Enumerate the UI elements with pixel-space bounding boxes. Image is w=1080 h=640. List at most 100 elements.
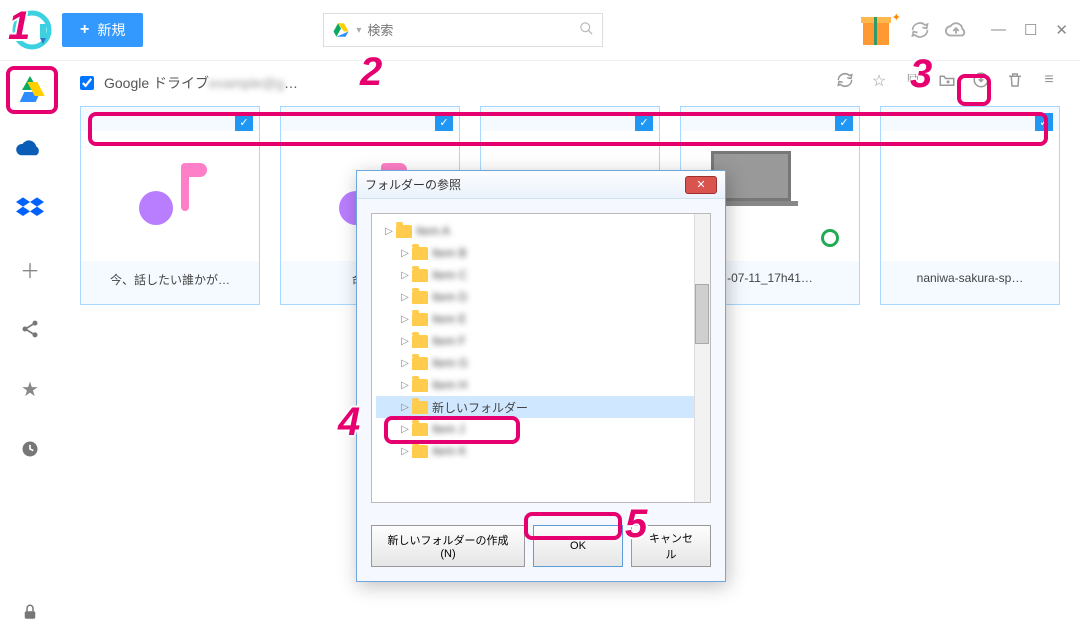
cancel-button[interactable]: キャンセル [631,525,711,567]
tree-item[interactable]: ▷ Item K [376,440,706,462]
window-controls: — ☐ ✕ [991,21,1068,39]
tree-item-label: Item J [432,422,465,436]
tree-item-label: Item C [432,268,467,282]
folder-icon [412,291,428,304]
cloud-upload-icon[interactable] [945,19,967,41]
action-more-icon[interactable]: ≡ [1038,71,1060,94]
file-card[interactable]: ✓ 今、話したい誰かが… [80,106,260,305]
tree-expand-icon[interactable]: ▷ [398,424,412,435]
chevron-down-icon[interactable]: ▾ [356,25,361,36]
sidebar: ＋ ★ [0,61,60,640]
tree-item-label: Item B [432,246,467,260]
minimize-button[interactable]: — [991,21,1006,39]
search-box[interactable]: ▾ [323,13,603,47]
gift-icon[interactable]: ✦ [861,15,895,45]
card-thumb [81,131,259,261]
top-bar: + 新規 ▾ ✦ — ☐ ✕ [0,0,1080,60]
tree-expand-icon[interactable]: ▷ [398,314,412,325]
dialog-title-text: フォルダーの参照 [365,176,461,193]
action-star-icon[interactable]: ☆ [868,71,890,94]
gdrive-mini-icon [332,21,350,39]
action-copy-icon[interactable]: ⧉ [902,71,924,94]
tree-expand-icon[interactable]: ▷ [398,270,412,281]
card-label: naniwa-sakura-sp… [881,261,1059,301]
tree-item-label: Item G [432,356,468,370]
plus-icon: + [80,21,89,39]
tree-item-label: Item H [432,378,467,392]
new-folder-button[interactable]: 新しいフォルダーの作成(N) [371,525,525,567]
card-check-icon[interactable]: ✓ [235,113,253,131]
sidebar-item-favorites[interactable]: ★ [12,371,48,407]
breadcrumb-path[interactable]: Google ドライブexample@g… [104,73,298,93]
tree-item[interactable]: ▷ Item D [376,286,706,308]
sync-icon[interactable] [909,19,931,41]
new-button-label: 新規 [97,20,125,40]
sidebar-item-add[interactable]: ＋ [12,251,48,287]
dialog-titlebar[interactable]: フォルダーの参照 ✕ [357,171,725,199]
tree-item[interactable]: ▷ Item B [376,242,706,264]
folder-icon [412,379,428,392]
file-card[interactable]: ✓ naniwa-sakura-sp… [880,106,1060,305]
action-move-icon[interactable] [936,71,958,94]
card-check-icon[interactable]: ✓ [635,113,653,131]
dialog-close-button[interactable]: ✕ [685,176,717,194]
card-check-icon[interactable]: ✓ [1035,113,1053,131]
folder-icon [412,401,428,414]
tree-scrollbar[interactable] [694,214,710,502]
search-icon[interactable] [579,21,594,40]
tree-item-label: Item E [432,312,467,326]
dialog-footer: 新しいフォルダーの作成(N) OK キャンセル [357,517,725,581]
tree-item-label: Item D [432,290,467,304]
app-logo [12,10,52,50]
tree-item[interactable]: ▷ Item C [376,264,706,286]
tree-item[interactable]: ▷ Item H [376,374,706,396]
close-button[interactable]: ✕ [1055,21,1068,39]
top-right-controls: ✦ — ☐ ✕ [861,15,1068,45]
action-download-icon[interactable] [970,71,992,94]
tree-item-label: Item A [416,224,450,238]
tree-expand-icon[interactable]: ▷ [382,226,396,237]
action-sync-icon[interactable] [834,71,856,94]
tree-scroll-thumb[interactable] [695,284,709,344]
breadcrumb: Google ドライブexample@g… ☆ ⧉ ≡ [80,71,1060,94]
tree-expand-icon[interactable]: ▷ [398,402,412,413]
tree-item[interactable]: ▷新しいフォルダー [376,396,706,418]
folder-icon [412,269,428,282]
folder-icon [396,225,412,238]
folder-tree[interactable]: ▷ Item A ▷ Item B ▷ Item C ▷ Item D ▷ Item E ▷ Item… [371,213,711,503]
tree-expand-icon[interactable]: ▷ [398,380,412,391]
new-button[interactable]: + 新規 [62,13,143,47]
sidebar-item-onedrive[interactable] [12,131,48,167]
folder-icon [412,423,428,436]
action-delete-icon[interactable] [1004,71,1026,94]
tree-expand-icon[interactable]: ▷ [398,336,412,347]
folder-icon [412,445,428,458]
maximize-button[interactable]: ☐ [1024,21,1037,39]
sidebar-item-recent[interactable] [12,431,48,467]
card-thumb [881,131,1059,261]
tree-item[interactable]: ▷ Item E [376,308,706,330]
tree-item[interactable]: ▷ Item G [376,352,706,374]
card-check-icon[interactable]: ✓ [835,113,853,131]
card-check-icon[interactable]: ✓ [435,113,453,131]
tree-expand-icon[interactable]: ▷ [398,358,412,369]
tree-item-label: Item K [432,444,467,458]
tree-item-label: Item F [432,334,466,348]
tree-expand-icon[interactable]: ▷ [398,446,412,457]
ok-button[interactable]: OK [533,525,623,567]
tree-item[interactable]: ▷ Item J [376,418,706,440]
tree-item[interactable]: ▷ Item F [376,330,706,352]
tree-expand-icon[interactable]: ▷ [398,292,412,303]
sidebar-item-lock[interactable] [0,603,60,626]
folder-icon [412,357,428,370]
content-actions: ☆ ⧉ ≡ [834,71,1060,94]
tree-item[interactable]: ▷ Item A [376,220,706,242]
sidebar-item-share[interactable] [12,311,48,347]
search-input[interactable] [367,23,579,38]
sidebar-item-dropbox[interactable] [12,191,48,227]
folder-icon [412,247,428,260]
sidebar-item-gdrive[interactable] [12,71,48,107]
dialog-body: ▷ Item A ▷ Item B ▷ Item C ▷ Item D ▷ Item E ▷ Item… [357,199,725,517]
select-all-checkbox[interactable] [80,76,94,90]
tree-expand-icon[interactable]: ▷ [398,248,412,259]
